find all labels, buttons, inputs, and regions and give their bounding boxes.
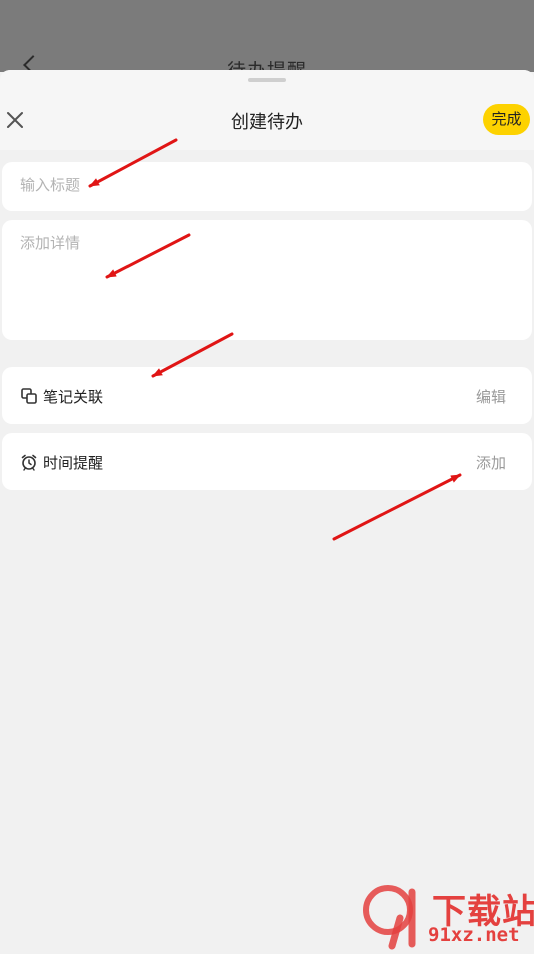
watermark-text-url: 91xz.net [428,924,520,946]
done-button[interactable]: 完成 [483,104,530,135]
alarm-clock-icon [21,454,37,471]
title-card [2,162,532,211]
watermark: 下载站 91xz.net [362,880,534,950]
note-link-label: 笔记关联 [43,388,104,406]
detail-input[interactable] [20,232,510,322]
sheet-title: 创建待办 [231,112,303,133]
create-todo-sheet: 创建待办 完成 笔记关联 编辑 时间提醒 添加 [0,70,534,950]
time-reminder-row[interactable]: 时间提醒 添加 [2,433,532,490]
note-link-row[interactable]: 笔记关联 编辑 [2,367,532,424]
time-reminder-label: 时间提醒 [43,454,104,472]
watermark-logo-icon [363,885,416,950]
add-reminder-button[interactable]: 添加 [476,452,506,473]
note-link-icon [21,388,37,404]
edit-note-link-button[interactable]: 编辑 [476,386,506,407]
drag-handle[interactable] [248,78,286,82]
title-input[interactable] [20,176,510,194]
detail-card [2,220,532,340]
background-app-screen: 待办提醒 [0,0,534,72]
sheet-header: 创建待办 完成 [0,70,534,150]
